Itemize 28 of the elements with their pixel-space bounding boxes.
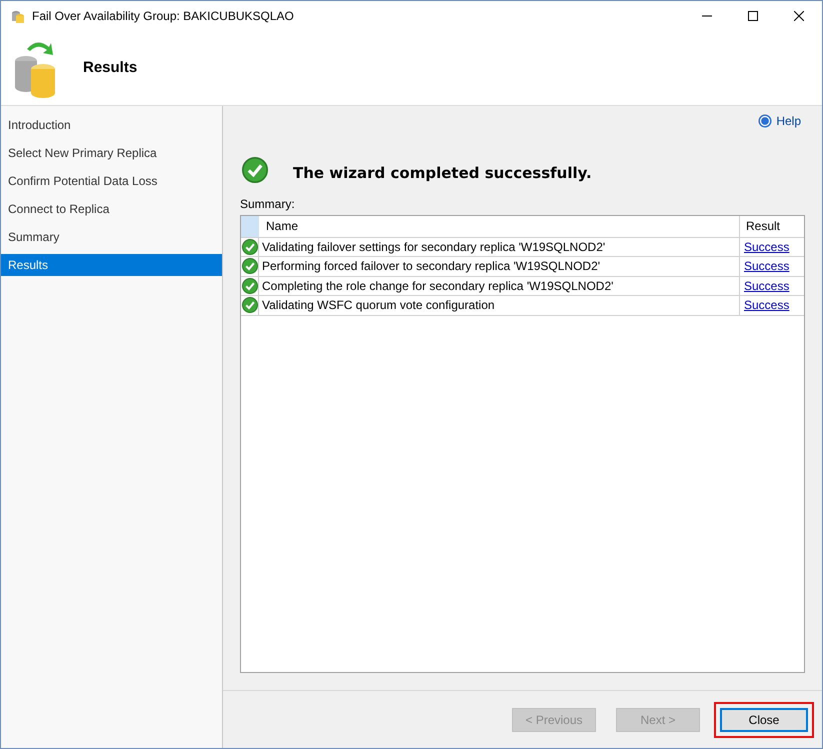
sidebar-item[interactable]: Connect to Replica xyxy=(1,198,222,220)
maximize-icon xyxy=(748,11,758,21)
close-icon xyxy=(794,11,804,21)
sidebar-item[interactable]: Select New Primary Replica xyxy=(1,142,222,164)
sidebar-item[interactable]: Summary xyxy=(1,226,222,248)
status-message: The wizard completed successfully. xyxy=(293,163,592,184)
table-cell: Completing the role change for secondary replica 'W19SQLNOD2' xyxy=(259,276,740,295)
table-cell: Validating WSFC quorum vote configuration xyxy=(259,296,740,314)
sidebar-item[interactable]: Results xyxy=(1,254,222,276)
result-link[interactable]: Success xyxy=(744,257,790,276)
wizard-button[interactable]: Close xyxy=(720,708,808,732)
sidebar-item[interactable]: Introduction xyxy=(1,114,222,136)
table-cell: Performing forced failover to secondary replica 'W19SQLNOD2' xyxy=(259,257,740,276)
help-icon xyxy=(758,114,772,128)
row-header-corner xyxy=(241,216,259,236)
column-header[interactable]: Name xyxy=(259,216,740,236)
result-link[interactable]: Success xyxy=(744,276,790,295)
summary-label: Summary: xyxy=(240,196,295,212)
check-icon xyxy=(242,157,268,184)
window-title: Fail Over Availability Group: BAKICUBUKSQLAO xyxy=(32,8,294,25)
result-link[interactable]: Success xyxy=(744,238,790,256)
app-icon xyxy=(10,8,26,24)
result-link[interactable]: Success xyxy=(744,296,790,314)
table-cell: Validating failover settings for secondary replica 'W19SQLNOD2' xyxy=(259,238,740,256)
page-title: Results xyxy=(83,58,138,78)
sidebar-item[interactable]: Confirm Potential Data Loss xyxy=(1,170,222,192)
help-link[interactable]: Help xyxy=(758,112,801,130)
column-header[interactable]: Result xyxy=(740,216,804,236)
